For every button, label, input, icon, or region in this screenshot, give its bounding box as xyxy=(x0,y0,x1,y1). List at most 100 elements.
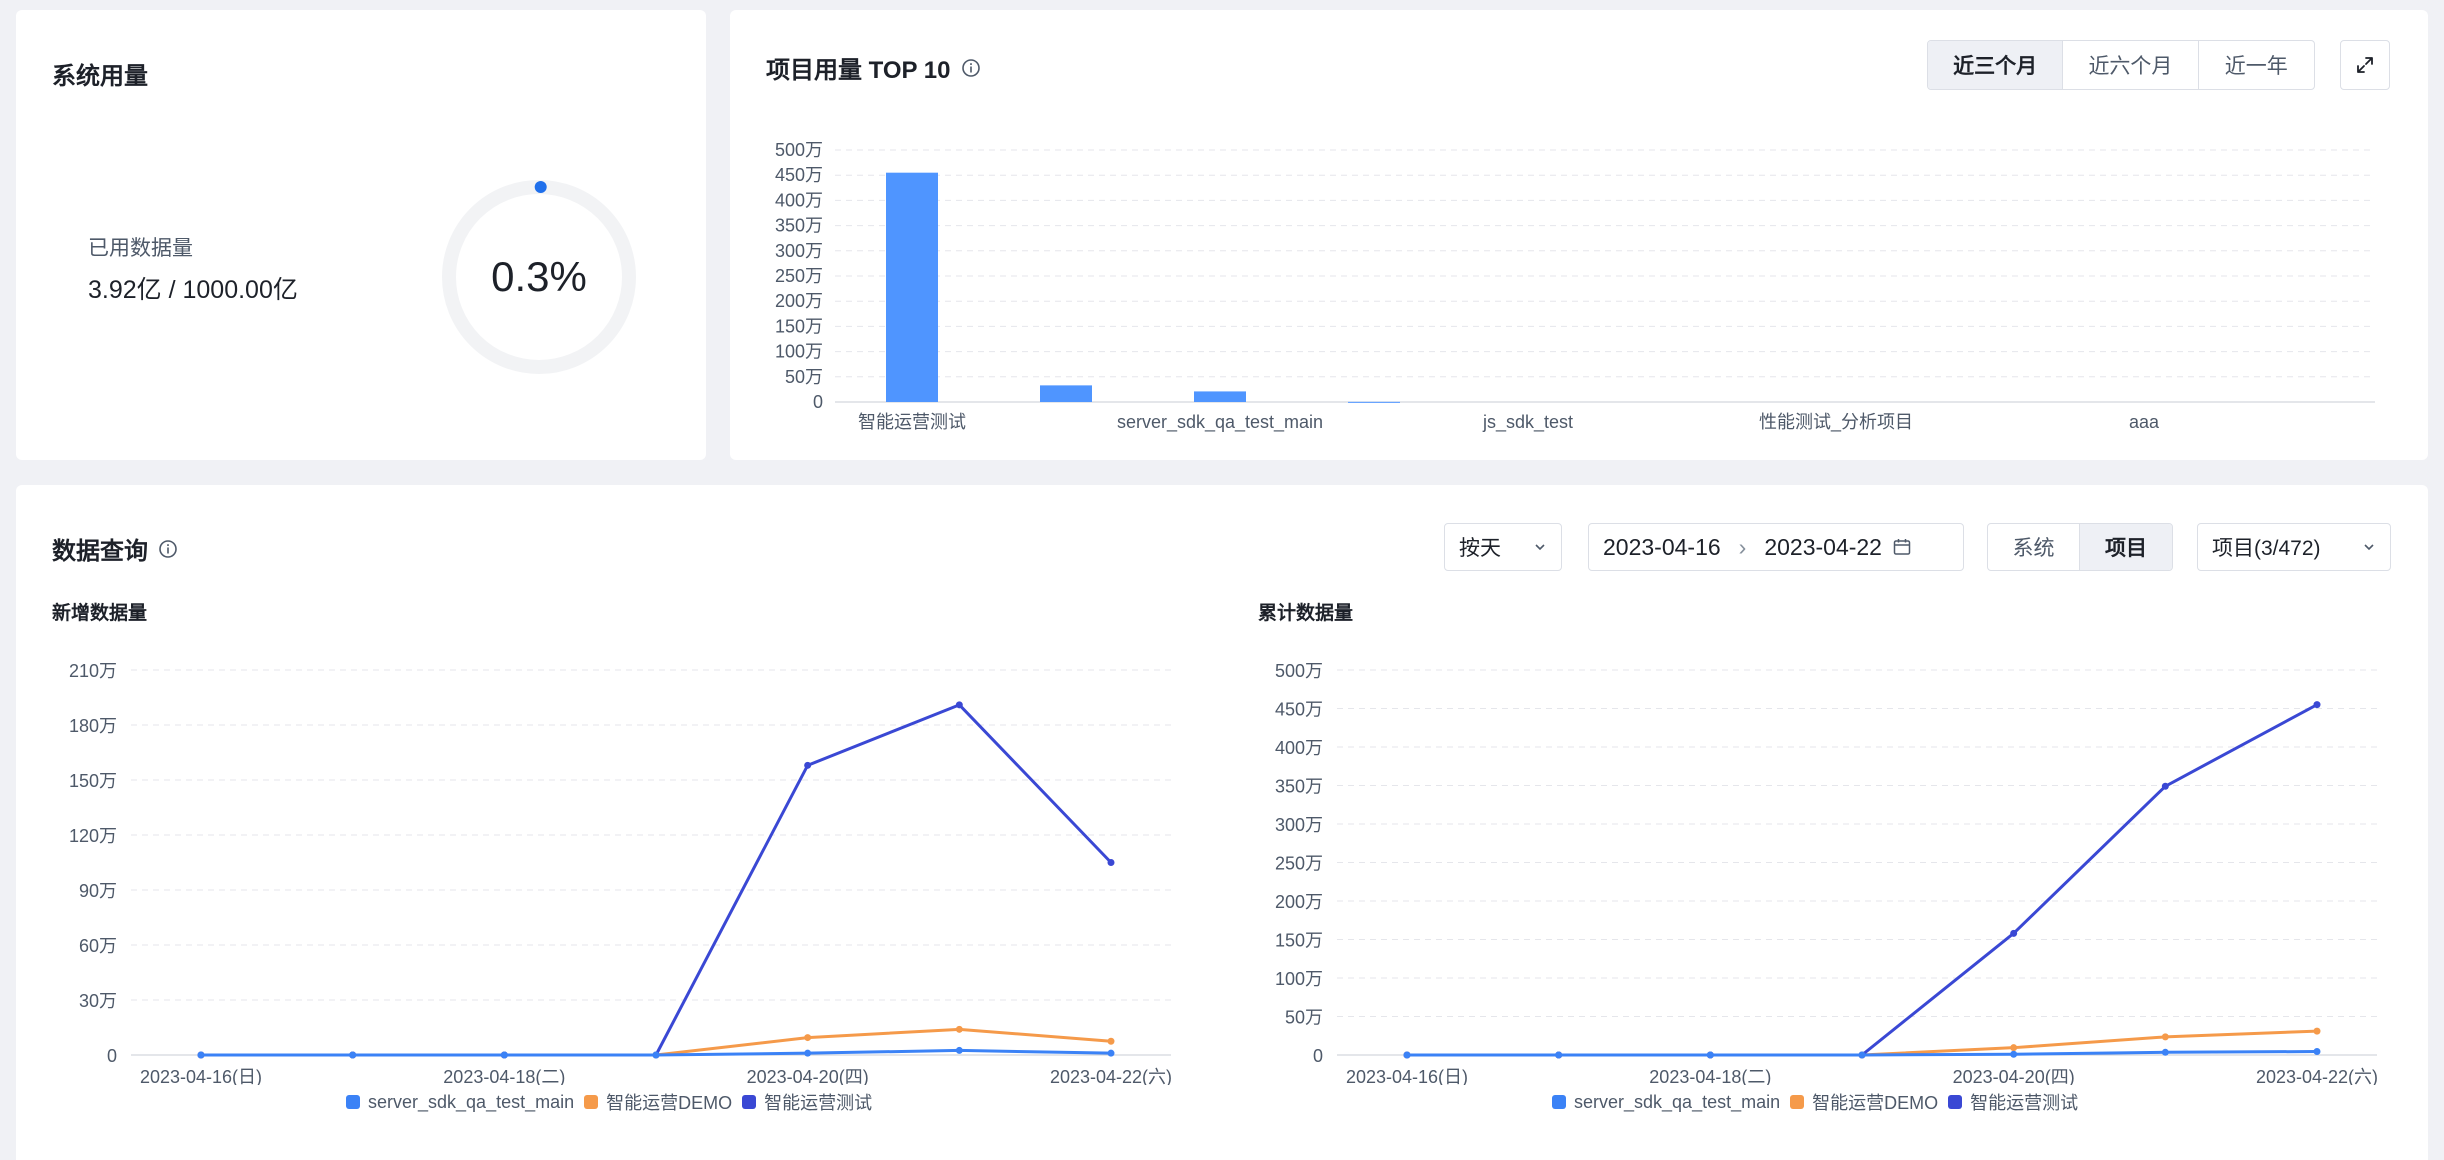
data-point[interactable] xyxy=(2010,1050,2018,1058)
project-top10-card: 项目用量 TOP 10 近三个月 近六个月 近一年 0 50万 100万 150万 20… xyxy=(730,10,2428,460)
bar[interactable] xyxy=(1194,391,1246,402)
data-query-card: 数据查询 按天 2023-04-16 › 2023-04-22 系统 项目 项目… xyxy=(16,485,2428,1160)
y-tick-label: 150万 xyxy=(69,771,117,791)
top10-bar-chart: 0 50万 100万 150万 200万 250万 300万 350万 400万 450万 500万… xyxy=(775,140,2375,433)
legend-swatch xyxy=(1790,1095,1805,1109)
data-point[interactable] xyxy=(1107,859,1115,866)
y-tick-label: 150万 xyxy=(1275,931,1323,951)
x-tick-label: 2023-04-22(六) xyxy=(2256,1067,2378,1085)
y-tick-label: 400万 xyxy=(1275,738,1323,758)
data-point[interactable] xyxy=(1858,1051,1866,1059)
data-point[interactable] xyxy=(804,1034,812,1042)
range-1-year[interactable]: 近一年 xyxy=(2199,41,2314,89)
legend-item[interactable]: 智能运营测试 xyxy=(742,1089,872,1115)
series-line[interactable] xyxy=(1407,703,2318,1057)
legend-item[interactable]: 智能运营测试 xyxy=(1948,1089,2078,1115)
y-tick-label: 200万 xyxy=(775,291,823,311)
scope-system[interactable]: 系统 xyxy=(1988,524,2080,570)
data-point[interactable] xyxy=(955,1046,963,1054)
date-separator: › xyxy=(1738,533,1747,560)
project-select[interactable]: 项目(3/472) xyxy=(2197,523,2391,571)
bar[interactable] xyxy=(1040,385,1092,402)
bar[interactable] xyxy=(886,172,938,402)
x-tick-label: js_sdk_test xyxy=(1482,412,1573,433)
fullscreen-button[interactable] xyxy=(2340,40,2390,90)
date-start[interactable]: 2023-04-16 xyxy=(1603,534,1721,561)
y-tick-label: 180万 xyxy=(69,716,117,736)
y-tick-label: 350万 xyxy=(1275,777,1323,797)
data-point[interactable] xyxy=(955,1025,963,1033)
legend-item[interactable]: server_sdk_qa_test_main xyxy=(346,1092,574,1113)
y-tick-label: 0 xyxy=(1313,1046,1323,1066)
y-tick-label: 0 xyxy=(107,1046,117,1066)
y-tick-label: 60万 xyxy=(79,936,117,956)
system-usage-card: 系统用量 已用数据量 3.92亿 / 1000.00亿 0.3% xyxy=(16,10,706,460)
data-query-title: 数据查询 xyxy=(52,538,148,565)
used-data-label: 已用数据量 xyxy=(88,237,193,260)
new-data-legend: server_sdk_qa_test_main 智能运营DEMO 智能运营测试 xyxy=(346,1089,872,1115)
granularity-value: 按天 xyxy=(1459,537,1501,560)
date-end[interactable]: 2023-04-22 xyxy=(1764,534,1882,561)
card-title: 数据查询 xyxy=(52,531,178,566)
data-point[interactable] xyxy=(2161,782,2169,790)
data-point[interactable] xyxy=(2313,1048,2321,1056)
date-range-picker[interactable]: 2023-04-16 › 2023-04-22 xyxy=(1588,523,1964,571)
data-point[interactable] xyxy=(955,701,963,709)
data-point[interactable] xyxy=(804,1049,812,1057)
range-switch: 近三个月 近六个月 近一年 xyxy=(1927,40,2315,90)
range-3-months[interactable]: 近三个月 xyxy=(1928,41,2064,89)
y-tick-label: 500万 xyxy=(775,140,823,160)
x-tick-label: 智能运营测试 xyxy=(858,412,966,432)
range-6-months[interactable]: 近六个月 xyxy=(2063,41,2199,89)
granularity-select[interactable]: 按天 xyxy=(1444,523,1562,571)
y-tick-label: 100万 xyxy=(1275,969,1323,989)
y-tick-label: 150万 xyxy=(775,316,823,336)
y-tick-label: 100万 xyxy=(775,342,823,362)
legend-swatch xyxy=(1552,1095,1566,1109)
data-point[interactable] xyxy=(1706,1051,1714,1059)
data-point[interactable] xyxy=(500,1051,508,1059)
y-tick-label: 350万 xyxy=(775,216,823,236)
x-tick-label: 2023-04-20(四) xyxy=(1953,1067,2075,1085)
x-tick-label: 2023-04-22(六) xyxy=(1050,1067,1172,1085)
data-point[interactable] xyxy=(2161,1033,2169,1041)
legend-item[interactable]: 智能运营DEMO xyxy=(584,1089,732,1115)
series-line[interactable] xyxy=(201,703,1113,1057)
info-circle-icon[interactable] xyxy=(158,539,178,559)
y-tick-label: 500万 xyxy=(1275,661,1323,681)
legend-label: server_sdk_qa_test_main xyxy=(1574,1091,1781,1112)
project-select-value: 项目(3/472) xyxy=(2212,537,2321,560)
y-tick-label: 450万 xyxy=(1275,700,1323,720)
data-point[interactable] xyxy=(2313,1027,2321,1035)
data-point[interactable] xyxy=(2010,1044,2018,1052)
data-point[interactable] xyxy=(2313,701,2321,709)
x-tick-label: 2023-04-16(日) xyxy=(140,1067,262,1085)
data-point[interactable] xyxy=(1403,1051,1411,1059)
data-point[interactable] xyxy=(197,1051,205,1059)
data-point[interactable] xyxy=(652,1051,660,1059)
legend-label: 智能运营测试 xyxy=(1970,1093,2079,1113)
info-circle-icon[interactable] xyxy=(961,58,981,78)
data-point[interactable] xyxy=(804,761,812,769)
y-tick-label: 450万 xyxy=(775,165,823,185)
data-point[interactable] xyxy=(2010,929,2018,937)
chevron-down-icon xyxy=(2364,544,2374,551)
data-point[interactable] xyxy=(2161,1048,2169,1056)
data-point[interactable] xyxy=(349,1051,357,1059)
data-point[interactable] xyxy=(1555,1051,1563,1059)
y-tick-label: 210万 xyxy=(69,661,117,681)
legend-item[interactable]: server_sdk_qa_test_main xyxy=(1552,1092,1780,1113)
x-tick-label: 2023-04-16(日) xyxy=(1346,1067,1468,1085)
legend-swatch xyxy=(742,1095,757,1109)
y-tick-label: 200万 xyxy=(1275,892,1323,912)
scope-project[interactable]: 项目 xyxy=(2080,524,2172,570)
bar[interactable] xyxy=(1348,401,1400,403)
data-point[interactable] xyxy=(1107,1049,1115,1057)
new-data-line-chart: 0 30万 60万 90万 120万 150万 180万 210万 2023-04-16(日) 2… xyxy=(69,661,1172,1085)
y-tick-label: 250万 xyxy=(1275,854,1323,874)
legend-label: 智能运营测试 xyxy=(764,1093,873,1113)
legend-item[interactable]: 智能运营DEMO xyxy=(1790,1089,1938,1115)
new-data-chart-title: 新增数据量 xyxy=(52,603,148,624)
chevron-down-icon xyxy=(1535,544,1545,551)
data-point[interactable] xyxy=(1107,1037,1115,1045)
